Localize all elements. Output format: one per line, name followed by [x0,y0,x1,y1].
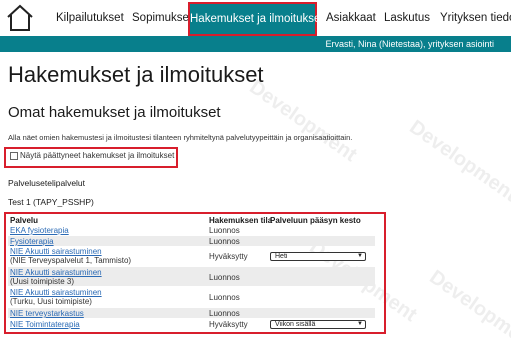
status-text: Luonnos [209,273,240,282]
service-location: (Uusi toimipiste 3) [10,277,75,286]
service-link[interactable]: EKA fysioterapia [10,226,69,235]
watermark: Development [425,266,511,350]
wait-time-value: Heti [275,253,288,260]
service-link[interactable]: NIE Toimintaterapia [10,320,80,329]
show-ended-checkbox[interactable] [10,152,18,160]
header-wait: Palveluun pääsyn kesto [270,216,361,225]
table-row: NIE Toimintaterapia Hyväksytty Viikon si… [8,319,375,330]
table-row: EKA fysioterapia Luonnos [8,226,375,235]
chevron-down-icon: ▼ [357,321,363,327]
wait-time-value: Viikon sisällä [275,321,316,328]
wait-time-select[interactable]: Viikon sisällä ▼ [270,320,366,329]
section-heading: Palveluseteli­palvelut [8,178,86,188]
status-text: Hyväksytty [209,320,248,329]
organization-heading: Test 1 (TAPY_PSSHP) [8,197,94,207]
watermark: Development [245,76,361,167]
service-link[interactable]: NIE Akuutti sairastuminen [10,288,102,297]
service-link[interactable]: NIE Akuutti sairastuminen [10,268,102,277]
user-bar: Ervasti, Nina (Nietestaa), yrityksen asi… [0,36,511,52]
home-icon[interactable] [4,2,36,34]
status-text: Luonnos [209,237,240,246]
show-ended-label[interactable]: Näytä päättyneet hakemukset ja ilmoituks… [20,151,174,160]
status-text: Luonnos [209,226,240,235]
nav-sopimukset[interactable]: Sopimukset [132,0,192,36]
table-row: NIE Akuutti sairastuminen (Turku, Uusi t… [8,288,375,307]
service-location: (NIE Terveyspalvelut 1, Tammisto) [10,256,132,265]
page-description: Alla näet omien hakemustesi ja ilmoitust… [8,133,353,142]
user-info[interactable]: Ervasti, Nina (Nietestaa), yrityksen asi… [325,37,494,51]
table-row: NIE Akuutti sairastuminen (NIE Terveyspa… [8,247,375,266]
nav-asiakkaat[interactable]: Asiakkaat [326,0,376,36]
status-text: Luonnos [209,293,240,302]
table-row: NIE Akuutti sairastuminen (Uusi toimipis… [8,267,375,286]
status-text: Hyväksytty [209,252,248,261]
wait-time-select[interactable]: Heti ▼ [270,252,366,261]
chevron-down-icon: ▼ [357,253,363,259]
table-row: NIE terveystarkastus Luonnos [8,308,375,318]
table-row: Fysioterapia Luonnos [8,236,375,246]
service-link[interactable]: Fysioterapia [10,237,54,246]
status-text: Luonnos [209,309,240,318]
service-location: (Turku, Uusi toimipiste) [10,297,92,306]
nav-kilpailutukset[interactable]: Kilpailutukset [56,0,124,36]
service-link[interactable]: NIE Akuutti sairastuminen [10,247,102,256]
nav-laskutus[interactable]: Laskutus [384,0,430,36]
page-title: Hakemukset ja ilmoitukset [8,62,264,87]
service-link[interactable]: NIE terveystarkastus [10,309,84,318]
page-subtitle: Omat hakemukset ja ilmoitukset [8,104,221,121]
header-service: Palvelu [10,216,39,225]
watermark: Development [405,116,511,207]
top-navigation: Kilpailutukset Sopimukset Hakemukset ja … [0,0,511,36]
header-status: Hakemuksen tila [209,216,273,225]
nav-hakemukset-active[interactable]: Hakemukset ja ilmoitukset [188,2,324,36]
nav-yrityksen-tiedot[interactable]: Yrityksen tiedot [440,0,511,36]
